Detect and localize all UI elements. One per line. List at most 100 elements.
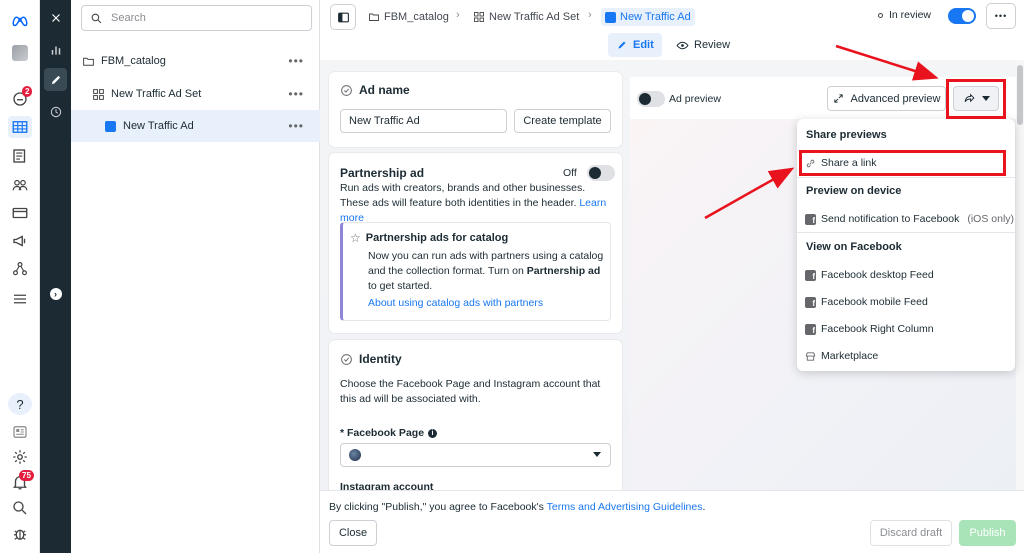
close-button[interactable]: Close <box>329 520 377 546</box>
chart-bars-icon[interactable] <box>44 38 67 61</box>
identity-description: Choose the Facebook Page and Instagram a… <box>340 378 601 405</box>
chevron-down-icon <box>593 452 601 457</box>
ad-set-grid-icon <box>474 12 484 22</box>
identity-heading: Identity <box>359 352 402 366</box>
breadcrumb-ad-set[interactable]: New Traffic Ad Set <box>473 8 579 26</box>
info-icon: i <box>428 428 438 438</box>
tree-item-label: New Traffic Ad Set <box>111 88 202 100</box>
breadcrumb-ad[interactable]: New Traffic Ad <box>601 8 695 26</box>
right-column-menu-item[interactable]: f Facebook Right Column <box>805 318 934 340</box>
status-dot-icon <box>878 12 883 18</box>
campaigns-megaphone-icon[interactable] <box>8 230 32 252</box>
ad-status-toggle[interactable] <box>948 8 976 24</box>
search-icon <box>91 13 102 23</box>
ad-preview-toggle[interactable] <box>637 91 665 107</box>
marketplace-shop-icon <box>805 351 816 361</box>
tree-item-ad-set[interactable]: New Traffic Ad Set ••• <box>71 78 320 110</box>
ad-square-icon <box>103 119 117 133</box>
notifications-icon[interactable]: 2 <box>8 86 33 110</box>
tab-edit[interactable]: Edit <box>608 33 662 57</box>
view-on-facebook-heading: View on Facebook <box>806 241 902 253</box>
eye-icon <box>676 41 689 49</box>
alerts-badge: 75 <box>19 470 34 481</box>
breadcrumb-campaign[interactable]: FBM_catalog <box>368 8 449 26</box>
discard-draft-button[interactable]: Discard draft <box>870 520 952 546</box>
tree-item-label: New Traffic Ad <box>123 120 194 132</box>
all-tools-menu-icon[interactable] <box>8 288 32 310</box>
marketplace-menu-item[interactable]: Marketplace <box>805 345 878 367</box>
ad-preview-label: Ad preview <box>669 93 721 105</box>
tree-item-campaign[interactable]: FBM_catalog ••• <box>71 45 320 77</box>
tree-search-input[interactable] <box>111 12 291 24</box>
terms-link[interactable]: Terms and Advertising Guidelines <box>547 501 703 513</box>
partnership-toggle-label: Off <box>563 167 577 179</box>
more-options-icon[interactable]: ••• <box>288 54 304 68</box>
check-circle-icon <box>341 84 352 96</box>
publish-button[interactable]: Publish <box>959 520 1016 546</box>
catalog-info-text: Now you can run ads with partners using … <box>368 250 604 292</box>
alerts-bell-icon[interactable]: 75 <box>8 470 34 493</box>
annotation-highlight-share-link <box>799 150 1006 176</box>
catalog-partners-link[interactable]: About using catalog ads with partners <box>368 297 543 309</box>
ads-manager-table-icon[interactable] <box>8 116 32 138</box>
facebook-icon: f <box>805 269 816 281</box>
folder-icon <box>81 54 95 68</box>
reports-icon[interactable] <box>8 421 32 443</box>
publish-agreement-text: By clicking "Publish," you agree to Face… <box>329 501 706 513</box>
facebook-icon: f <box>805 323 816 335</box>
facebook-page-select[interactable] <box>340 443 611 467</box>
partnership-toggle[interactable] <box>587 165 615 181</box>
expand-chevron-icon[interactable]: › <box>44 282 67 305</box>
editor-footer: By clicking "Publish," you agree to Face… <box>320 490 1024 553</box>
close-icon[interactable] <box>44 6 67 29</box>
events-manager-icon[interactable] <box>8 258 32 280</box>
menu-divider <box>797 177 1015 178</box>
catalog-info-callout: ☆ Partnership ads for catalog Now you ca… <box>340 222 611 321</box>
tab-review[interactable]: Review <box>668 33 738 57</box>
ad-name-card: Ad name New Traffic Ad Create template <box>329 72 622 147</box>
identity-card: Identity Choose the Facebook Page and In… <box>329 340 622 490</box>
check-circle-icon <box>341 353 352 365</box>
create-template-button[interactable]: Create template <box>514 109 611 133</box>
report-bug-icon[interactable] <box>8 523 32 545</box>
tree-search-box[interactable] <box>81 5 312 31</box>
menu-divider <box>797 232 1015 233</box>
meta-logo-icon[interactable] <box>8 10 32 32</box>
app-rail: 2 ? 75 <box>0 0 40 553</box>
preview-on-device-heading: Preview on device <box>806 185 902 197</box>
partnership-ad-card: Partnership ad Off Run ads with creators… <box>329 153 622 333</box>
audiences-icon[interactable] <box>8 174 32 196</box>
more-options-button[interactable]: ••• <box>986 3 1016 29</box>
main-scrollbar[interactable] <box>1016 60 1024 490</box>
mobile-feed-menu-item[interactable]: f Facebook mobile Feed <box>805 291 928 313</box>
editor-top-bar: FBM_catalog › New Traffic Ad Set › New T… <box>320 0 1024 60</box>
review-status: In review <box>878 9 931 21</box>
annotation-highlight-share-button <box>946 79 1006 119</box>
sidebar-panel-icon <box>337 12 349 22</box>
account-avatar-icon[interactable] <box>8 42 32 64</box>
settings-gear-icon[interactable] <box>8 446 32 468</box>
expand-arrows-icon <box>833 94 843 103</box>
ad-name-input[interactable]: New Traffic Ad <box>340 109 507 133</box>
search-icon[interactable] <box>8 497 32 519</box>
history-clock-icon[interactable] <box>44 100 67 123</box>
desktop-feed-menu-item[interactable]: f Facebook desktop Feed <box>805 264 934 286</box>
more-options-icon[interactable]: ••• <box>288 119 304 133</box>
toggle-panel-button[interactable] <box>330 4 356 30</box>
tree-item-ad[interactable]: New Traffic Ad ••• <box>71 110 320 142</box>
edit-pencil-icon[interactable] <box>44 68 67 91</box>
pages-icon[interactable] <box>8 145 32 167</box>
send-notification-menu-item[interactable]: f Send notification to Facebook (iOS onl… <box>805 208 1014 230</box>
scrollbar-thumb[interactable] <box>1017 65 1023 125</box>
ad-name-heading: Ad name <box>359 83 410 97</box>
billing-card-icon[interactable] <box>8 202 32 224</box>
facebook-icon: f <box>805 296 816 308</box>
advanced-preview-button[interactable]: Advanced preview <box>827 86 946 111</box>
more-options-icon[interactable]: ••• <box>288 87 304 101</box>
help-icon[interactable]: ? <box>8 393 32 415</box>
instagram-account-label: Instagram account <box>340 481 434 490</box>
breadcrumb-chevron-icon: › <box>588 9 592 21</box>
facebook-page-label: * Facebook Page i <box>340 427 438 439</box>
folder-icon <box>369 13 379 21</box>
tree-item-label: FBM_catalog <box>101 55 166 67</box>
